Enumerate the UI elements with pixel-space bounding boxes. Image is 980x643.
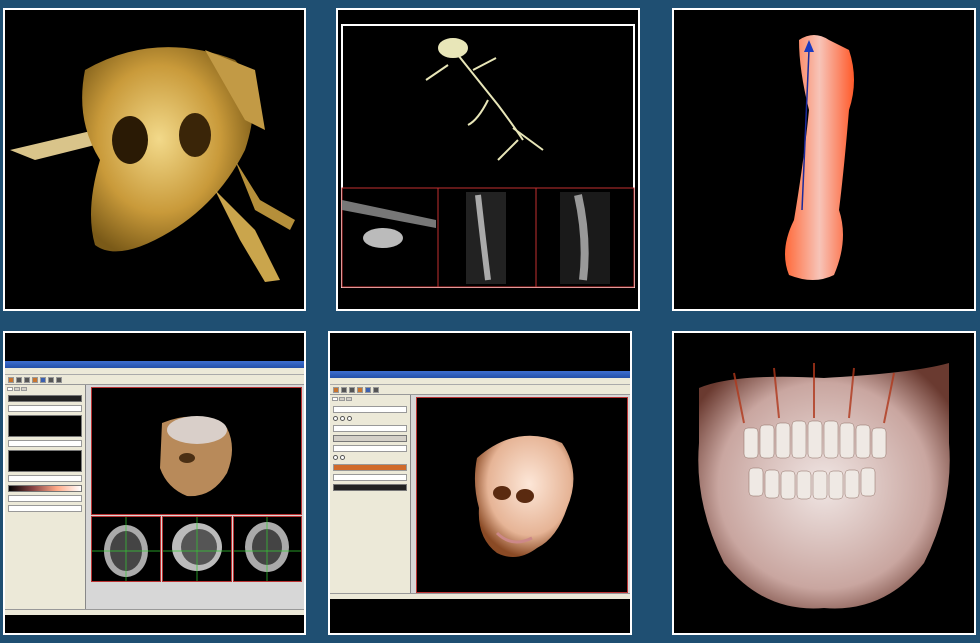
preset-button[interactable] [8,395,82,402]
tool-icon[interactable] [365,386,371,393]
value-field[interactable] [8,475,82,482]
histogram-view[interactable] [8,415,82,437]
apply-button[interactable] [333,484,407,491]
app-window [5,361,304,615]
preset-select[interactable] [333,406,407,413]
status-bar [5,609,304,615]
option-row [333,455,407,461]
value-field[interactable] [333,474,407,481]
window-titlebar[interactable] [330,371,630,378]
color-field[interactable] [333,464,407,471]
status-bar [330,593,630,599]
menu-bar [330,378,630,385]
radio-button[interactable] [340,416,346,421]
head-render-image [160,416,232,497]
mpr-axial-image [92,517,160,581]
skeleton-mpr-tile [336,8,640,311]
skeleton-mpr-image [341,24,635,288]
head-mpr-app-tile [3,331,306,635]
panel-tabs [5,385,85,393]
head-render-app-tile [328,331,632,635]
value-field[interactable] [333,425,407,432]
range-field[interactable] [8,440,82,447]
menu-bar [5,368,304,375]
mpr-axial-view[interactable] [91,516,161,582]
radio-button[interactable] [333,416,338,421]
toolbar [5,375,304,385]
tool-icon[interactable] [333,386,339,393]
panel-tabs [330,395,410,403]
radio-button[interactable] [347,416,353,421]
opacity-curve[interactable] [8,450,82,472]
tool-icon[interactable] [56,376,62,383]
head-render-image [474,435,574,557]
color-gradient[interactable] [8,485,82,492]
panel-tab[interactable] [332,397,338,401]
tool-icon[interactable] [48,376,54,383]
panel-tab[interactable] [339,397,345,401]
tool-icon[interactable] [24,376,30,383]
tool-icon[interactable] [40,376,46,383]
value-field[interactable] [333,445,407,452]
render-viewport[interactable] [91,387,302,515]
toolbar [330,385,630,395]
mpr-coronal-image [234,517,301,581]
radio-button[interactable] [333,455,338,460]
control-panel [330,395,411,594]
radio-button[interactable] [340,455,346,460]
option-row [333,416,407,422]
tool-icon[interactable] [357,386,363,393]
control-panel [5,385,86,610]
render-viewport[interactable] [416,397,628,593]
tool-icon[interactable] [341,386,347,393]
panel-tab[interactable] [7,387,13,391]
skull-render-image [10,47,295,282]
value-field[interactable] [8,495,82,502]
value-field[interactable] [8,505,82,512]
mpr-sagittal-view[interactable] [162,516,232,582]
femur-render-tile [672,8,976,311]
app-window [330,371,630,599]
panel-tab[interactable] [21,387,27,391]
mpr-sagittal-image [163,517,231,581]
preset-select[interactable] [8,405,82,412]
femur-render-image [785,35,854,280]
panel-tab[interactable] [14,387,20,391]
jaw-render-image [698,363,950,609]
tool-icon[interactable] [16,376,22,383]
window-titlebar[interactable] [5,361,304,368]
skull-render-tile [3,8,306,311]
tool-icon[interactable] [349,386,355,393]
tool-icon[interactable] [32,376,38,383]
mpr-coronal-view[interactable] [233,516,302,582]
option-button[interactable] [333,435,407,442]
tool-icon[interactable] [8,376,14,383]
panel-tab[interactable] [346,397,352,401]
tool-icon[interactable] [373,386,379,393]
mpr-row [341,187,635,288]
jaw-render-tile [672,331,976,635]
